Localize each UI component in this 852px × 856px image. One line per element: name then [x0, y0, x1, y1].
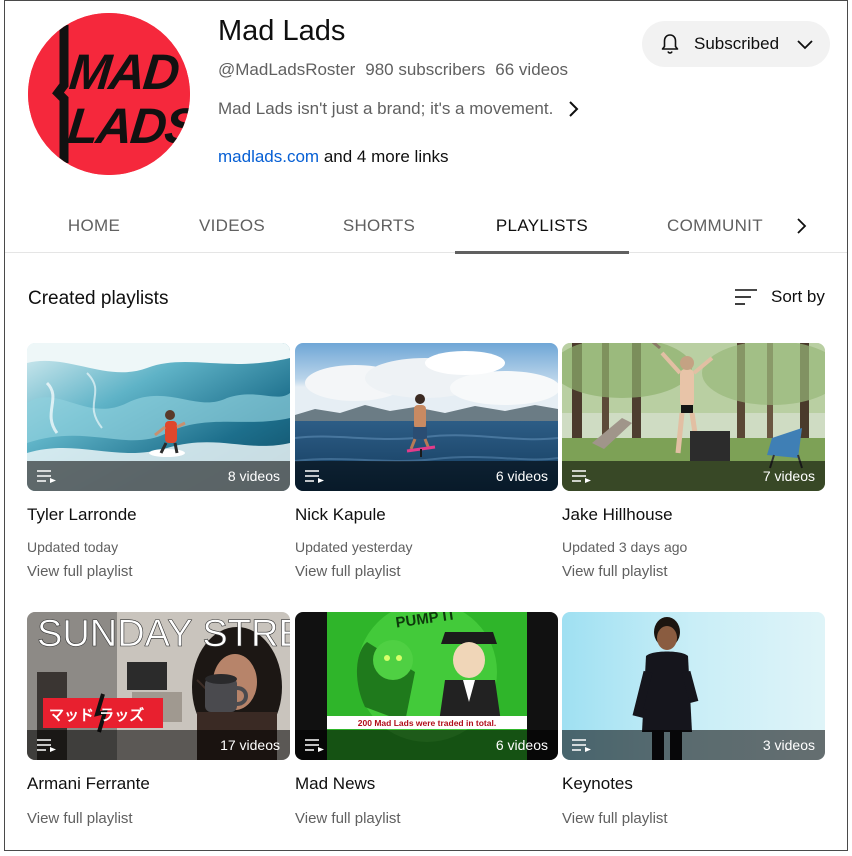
playlist-icon — [305, 739, 324, 752]
channel-avatar[interactable]: MAD LADS — [28, 13, 190, 175]
view-full-playlist-link[interactable]: View full playlist — [295, 810, 558, 827]
video-count-label: 6 videos — [495, 737, 548, 753]
tabs-scroll-right-button[interactable] — [785, 209, 819, 243]
view-full-playlist-link[interactable]: View full playlist — [27, 810, 290, 827]
playlist-thumbnail[interactable]: 3 videos — [562, 612, 825, 760]
channel-website-link[interactable]: madlads.com — [218, 147, 319, 166]
playlist-card: PUMP IT 200 Mad Lads were traded in tota… — [295, 612, 558, 827]
channel-description-text: Mad Lads isn't just a brand; it's a move… — [218, 99, 554, 118]
tab-community-label: COMMUNITY — [667, 216, 763, 235]
channel-handle: @MadLadsRoster — [218, 60, 356, 79]
playlist-card: SUNDAY STREAM マッド ラッズ 17 videos Armani F… — [27, 612, 290, 827]
view-full-playlist-link[interactable]: View full playlist — [27, 563, 290, 580]
playlist-card: 7 videos Jake Hillhouse Updated 3 days a… — [562, 343, 825, 580]
playlist-title[interactable]: Mad News — [295, 774, 558, 794]
playlist-title[interactable]: Nick Kapule — [295, 505, 558, 525]
thumbnail-overlay: 17 videos — [27, 730, 290, 760]
playlist-icon — [572, 470, 591, 483]
playlist-thumbnail[interactable]: SUNDAY STREAM マッド ラッズ 17 videos — [27, 612, 290, 760]
sort-by-label: Sort by — [771, 287, 825, 306]
thumbnail-overlay: 3 videos — [562, 730, 825, 760]
tab-playlists-label: PLAYLISTS — [495, 216, 589, 235]
playlist-title[interactable]: Armani Ferrante — [27, 774, 290, 794]
view-full-playlist-link[interactable]: View full playlist — [562, 810, 825, 827]
tab-videos-label: VIDEOS — [198, 216, 266, 235]
video-count-label: 17 videos — [220, 737, 280, 753]
subscribed-label: Subscribed — [694, 34, 780, 53]
svg-text:SUNDAY STREAM: SUNDAY STREAM — [37, 613, 290, 655]
playlist-title[interactable]: Jake Hillhouse — [562, 505, 825, 525]
playlist-card: 6 videos Nick Kapule Updated yesterday V… — [295, 343, 558, 580]
subscriber-count: 980 subscribers — [365, 60, 486, 79]
playlist-title[interactable]: Keynotes — [562, 774, 825, 794]
svg-text:MAD: MAD — [67, 44, 182, 100]
playlist-thumbnail[interactable]: 8 videos — [27, 343, 290, 491]
channel-title: Mad Lads — [218, 15, 346, 47]
thumbnail-overlay: 7 videos — [562, 461, 825, 491]
svg-text:LADS: LADS — [65, 98, 190, 154]
sort-by-button[interactable]: Sort by — [733, 286, 825, 308]
playlist-thumbnail[interactable]: PUMP IT 200 Mad Lads were traded in tota… — [295, 612, 558, 760]
playlist-thumbnail[interactable]: 6 videos — [295, 343, 558, 491]
playlist-icon — [572, 739, 591, 752]
channel-page: MAD LADS Mad Lads @MadLadsRoster 980 subs… — [4, 0, 848, 851]
subscribed-button[interactable]: Subscribed — [642, 21, 830, 67]
chevron-right-icon — [797, 218, 807, 234]
channel-meta: @MadLadsRoster 980 subscribers 66 videos — [218, 60, 568, 80]
view-full-playlist-link[interactable]: View full playlist — [295, 563, 558, 580]
tab-playlists[interactable]: PLAYLISTS — [455, 199, 629, 254]
view-full-playlist-link[interactable]: View full playlist — [562, 563, 825, 580]
thumbnail-overlay: 6 videos — [295, 461, 558, 491]
thumbnail-overlay: 8 videos — [27, 461, 290, 491]
video-count-label: 6 videos — [495, 468, 548, 484]
video-count-label: 7 videos — [762, 468, 815, 484]
section-title: Created playlists — [28, 288, 169, 309]
channel-tabs: HOME VIDEOS SHORTS PLAYLISTS COMMUNITY — [5, 199, 847, 254]
chevron-down-icon — [797, 40, 813, 50]
more-links-link[interactable]: and 4 more links — [319, 147, 449, 166]
mad-lads-logo: MAD LADS — [28, 13, 190, 175]
playlist-title[interactable]: Tyler Larronde — [27, 505, 290, 525]
tab-home-label: HOME — [67, 216, 121, 235]
playlist-icon — [37, 470, 56, 483]
svg-text:200 Mad Lads were traded in to: 200 Mad Lads were traded in total. — [358, 718, 496, 728]
playlist-updated: Updated today — [27, 539, 119, 555]
chevron-right-icon — [569, 101, 579, 117]
playlist-icon — [37, 739, 56, 752]
sort-icon — [735, 289, 757, 305]
tab-community[interactable]: COMMUNITY — [667, 199, 763, 253]
playlist-thumbnail[interactable]: 7 videos — [562, 343, 825, 491]
playlist-updated: Updated 3 days ago — [562, 539, 688, 555]
tab-home[interactable]: HOME — [45, 199, 143, 253]
tab-shorts[interactable]: SHORTS — [327, 199, 431, 253]
video-count: 66 videos — [495, 60, 569, 79]
playlist-icon — [305, 470, 324, 483]
thumbnail-overlay: 6 videos — [295, 730, 558, 760]
channel-links: madlads.com and 4 more links — [218, 147, 449, 167]
tab-shorts-label: SHORTS — [342, 216, 416, 235]
svg-text:マッド ラッズ: マッド ラッズ — [49, 706, 144, 724]
playlist-card: 3 videos Keynotes View full playlist — [562, 612, 825, 827]
playlist-updated: Updated yesterday — [295, 539, 413, 555]
video-count-label: 8 videos — [227, 468, 280, 484]
bell-icon — [661, 34, 679, 54]
tab-videos[interactable]: VIDEOS — [183, 199, 281, 253]
channel-description[interactable]: Mad Lads isn't just a brand; it's a move… — [218, 99, 581, 119]
playlist-card: 8 videos Tyler Larronde Updated today Vi… — [27, 343, 290, 580]
video-count-label: 3 videos — [762, 737, 815, 753]
